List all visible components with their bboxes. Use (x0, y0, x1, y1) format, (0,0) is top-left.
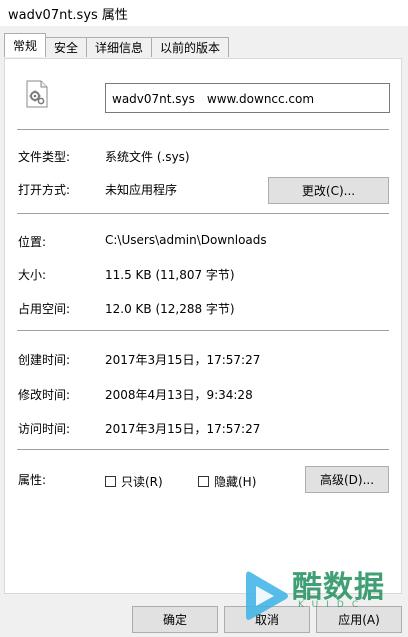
hidden-checkbox-label: 隐藏(H) (214, 475, 257, 489)
change-button[interactable]: 更改(C)... (268, 177, 389, 204)
hidden-checkbox[interactable]: 隐藏(H) (198, 473, 256, 490)
file-type-value: 系统文件 (.sys) (105, 150, 190, 164)
window-title: wadv07nt.sys 属性 (8, 7, 128, 23)
tab-general[interactable]: 常规 (4, 33, 47, 57)
attributes-label: 属性: (18, 473, 47, 487)
created-value: 2017年3月15日，17:57:27 (105, 353, 261, 367)
close-button[interactable] (378, 0, 408, 22)
file-name-input[interactable]: wadv07nt.sys www.downcc.com (105, 83, 390, 113)
tab-details[interactable]: 详细信息 (86, 37, 153, 57)
cancel-button[interactable]: 取消 (224, 606, 310, 633)
tab-previous-versions[interactable]: 以前的版本 (151, 37, 230, 57)
advanced-button[interactable]: 高级(D)... (305, 466, 389, 493)
size-on-disk-label: 占用空间: (18, 302, 71, 316)
separator (17, 449, 389, 450)
modified-label: 修改时间: (18, 388, 71, 402)
system-file-gear-icon (25, 80, 49, 108)
size-label: 大小: (18, 268, 47, 282)
title-bar: wadv07nt.sys 属性 (0, 0, 408, 26)
accessed-label: 访问时间: (18, 422, 71, 436)
readonly-checkbox[interactable]: 只读(R) (105, 473, 163, 490)
ok-button[interactable]: 确定 (132, 606, 218, 633)
separator (17, 129, 389, 130)
apply-button[interactable]: 应用(A) (316, 606, 402, 633)
modified-value: 2008年4月13日，9:34:28 (105, 388, 253, 402)
readonly-checkbox-label: 只读(R) (121, 475, 163, 489)
general-panel: wadv07nt.sys www.downcc.com 文件类型: 系统文件 (… (4, 58, 402, 594)
tab-strip: 常规 安全 详细信息 以前的版本 (4, 33, 230, 57)
location-value: C:\Users\admin\Downloads (105, 233, 267, 247)
created-label: 创建时间: (18, 353, 71, 367)
hidden-checkbox-box[interactable] (198, 476, 209, 487)
size-on-disk-value: 12.0 KB (12,288 字节) (105, 302, 235, 316)
open-with-label: 打开方式: (18, 183, 71, 197)
separator (17, 330, 389, 331)
size-value: 11.5 KB (11,807 字节) (105, 268, 235, 282)
open-with-value: 未知应用程序 (105, 183, 178, 197)
separator (17, 213, 389, 214)
location-label: 位置: (18, 235, 47, 249)
readonly-checkbox-box[interactable] (105, 476, 116, 487)
tab-security[interactable]: 安全 (45, 37, 88, 57)
file-type-label: 文件类型: (18, 150, 71, 164)
accessed-value: 2017年3月15日，17:57:27 (105, 422, 261, 436)
